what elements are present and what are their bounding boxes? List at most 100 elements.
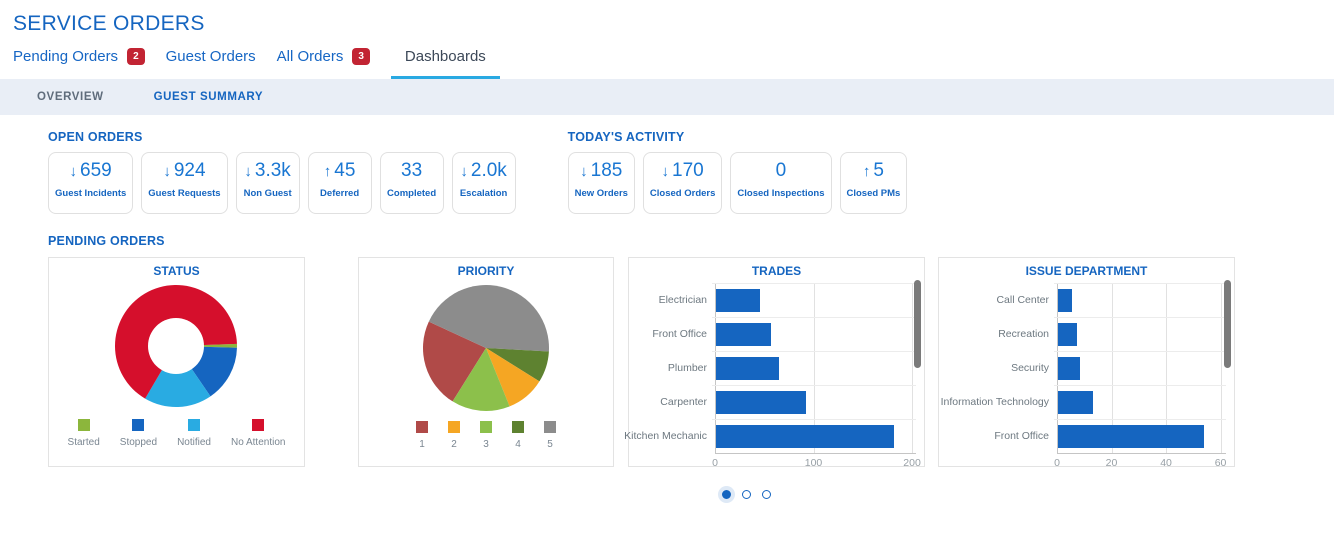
x-tick-label: 20 bbox=[1105, 457, 1118, 469]
issue_department-category-labels: Call Center Recreation Security Information… bbox=[940, 283, 1057, 454]
bar-plumber[interactable] bbox=[716, 356, 779, 380]
page-header: SERVICE ORDERS Pending Orders 2 Guest Orde… bbox=[0, 0, 1334, 115]
tab-all-orders[interactable]: All Orders 3 bbox=[277, 36, 370, 79]
bar-kitchen-mechanic[interactable] bbox=[716, 424, 895, 448]
subnav-item-overview[interactable]: OVERVIEW bbox=[37, 91, 104, 103]
subnav-item-guest-summary[interactable]: GUEST SUMMARY bbox=[154, 91, 264, 103]
issue-department-chart-panel: ISSUE DEPARTMENT Call Center Recreation Se… bbox=[938, 257, 1235, 470]
stat-card-closed-pms[interactable]: ↑ 5 Closed PMs bbox=[839, 152, 908, 214]
stat-label: Completed bbox=[387, 188, 437, 199]
category-label-information-technology: Information Technology bbox=[940, 396, 1049, 408]
stat-value: ↑ 5 bbox=[847, 160, 901, 182]
stat-card-new-orders[interactable]: ↓ 185 New Orders bbox=[567, 152, 635, 214]
chart-scrollbar-thumb[interactable] bbox=[914, 280, 921, 368]
stat-card-non-guest[interactable]: ↓ 3.3k Non Guest bbox=[235, 152, 300, 214]
tab-label: All Orders bbox=[276, 47, 344, 65]
tab-label: Dashboards bbox=[404, 47, 486, 65]
carousel-dot-2[interactable] bbox=[742, 490, 751, 499]
legend-swatch bbox=[416, 421, 428, 433]
carousel-dot-3[interactable] bbox=[762, 490, 771, 499]
tab-guest-orders[interactable]: Guest Orders bbox=[166, 36, 256, 79]
bar-row bbox=[716, 283, 916, 317]
trades-chart-panel: TRADES Electrician Front Office Plumber Car… bbox=[624, 257, 925, 470]
legend-item-notified[interactable]: Notified bbox=[177, 419, 211, 448]
legend-label: Stopped bbox=[119, 437, 158, 448]
legend-item-no-attention[interactable]: No Attention bbox=[231, 419, 285, 448]
category-label-recreation: Recreation bbox=[998, 328, 1049, 340]
priority-chart-panel: PRIORITY 1 2 3 4 5 bbox=[358, 257, 614, 467]
carousel-dot-1[interactable] bbox=[722, 490, 731, 499]
bar-electrician[interactable] bbox=[716, 288, 761, 312]
legend-swatch bbox=[480, 421, 492, 433]
bar-front-office[interactable] bbox=[716, 322, 771, 346]
legend-item-1[interactable]: 1 bbox=[416, 421, 428, 450]
status-chart-body: Started Stopped Notified No Attention bbox=[49, 278, 304, 448]
category-label-kitchen-mechanic: Kitchen Mechanic bbox=[624, 430, 707, 442]
tab-pending-orders[interactable]: Pending Orders 2 bbox=[13, 36, 145, 79]
stat-card-guest-requests[interactable]: ↓ 924 Guest Requests bbox=[141, 152, 228, 214]
legend-label: No Attention bbox=[230, 437, 286, 448]
chart-panels: STATUS Started Stopped Notified No Attentio… bbox=[48, 257, 1334, 470]
stat-value: ↓ 924 bbox=[148, 160, 220, 182]
priority-chart-body: 1 2 3 4 5 bbox=[359, 278, 613, 450]
stat-label: Closed Orders bbox=[649, 188, 716, 199]
trend-up-arrow-icon: ↑ bbox=[862, 162, 871, 180]
priority-legend: 1 2 3 4 5 bbox=[359, 421, 613, 450]
stat-card-guest-incidents[interactable]: ↓ 659 Guest Incidents bbox=[48, 152, 134, 214]
legend-item-3[interactable]: 3 bbox=[480, 421, 492, 450]
stat-card-closed-orders[interactable]: ↓ 170 Closed Orders bbox=[642, 152, 723, 214]
carousel-dots bbox=[722, 490, 1334, 499]
bar-row bbox=[716, 351, 916, 385]
x-tick-label: 100 bbox=[804, 457, 823, 469]
bar-information-technology[interactable] bbox=[1058, 390, 1094, 414]
legend-label: 1 bbox=[419, 439, 425, 450]
trades-x-axis: 0 100 200 bbox=[712, 454, 921, 470]
bar-security[interactable] bbox=[1058, 356, 1080, 380]
status-chart bbox=[114, 284, 238, 407]
bar-row bbox=[1058, 351, 1226, 385]
trades-plot-area bbox=[712, 283, 916, 454]
status-chart-title: STATUS bbox=[153, 264, 200, 278]
bar-front-office[interactable] bbox=[1058, 424, 1205, 448]
dashboard-subnav: OVERVIEW GUEST SUMMARY bbox=[0, 79, 1334, 115]
trend-down-arrow-icon: ↓ bbox=[69, 162, 78, 180]
bar-call-center[interactable] bbox=[1058, 288, 1072, 312]
stat-label: Escalation bbox=[459, 188, 508, 199]
stat-number: 659 bbox=[80, 160, 112, 181]
legend-label: 4 bbox=[515, 439, 521, 450]
trades-chart-body: Electrician Front Office Plumber Carpenter K… bbox=[624, 278, 924, 470]
bar-row bbox=[1058, 317, 1226, 351]
bar-recreation[interactable] bbox=[1058, 322, 1077, 346]
legend-label: Started bbox=[67, 437, 100, 448]
issue-department-chart-title: ISSUE DEPARTMENT bbox=[1025, 264, 1148, 278]
stat-card-completed[interactable]: 33 Completed bbox=[379, 152, 444, 214]
stat-value: 0 bbox=[737, 160, 824, 182]
stat-card-deferred[interactable]: ↑ 45 Deferred bbox=[307, 152, 372, 214]
todays-activity-cards: ↓ 185 New Orders ↓ 170 Closed Orders 0 Closed I… bbox=[567, 152, 908, 214]
category-label-security: Security bbox=[1011, 362, 1049, 374]
stat-label: New Orders bbox=[574, 188, 628, 199]
tab-dashboards[interactable]: Dashboards bbox=[390, 36, 500, 79]
stat-card-closed-inspections[interactable]: 0 Closed Inspections bbox=[730, 152, 832, 214]
status-legend: Started Stopped Notified No Attention bbox=[49, 419, 304, 448]
legend-item-5[interactable]: 5 bbox=[544, 421, 556, 450]
legend-item-2[interactable]: 2 bbox=[448, 421, 460, 450]
legend-label: Notified bbox=[177, 437, 211, 448]
legend-label: 5 bbox=[547, 439, 553, 450]
category-label-front-office: Front Office bbox=[652, 328, 707, 340]
issue_department-barchart: Call Center Recreation Security Information… bbox=[939, 278, 1234, 470]
legend-item-4[interactable]: 4 bbox=[512, 421, 524, 450]
trend-down-arrow-icon: ↓ bbox=[460, 162, 468, 180]
bar-row bbox=[716, 419, 916, 453]
tab-count-badge: 2 bbox=[127, 47, 145, 65]
stat-card-escalation[interactable]: ↓ 2.0k Escalation bbox=[451, 152, 516, 214]
trend-up-arrow-icon: ↑ bbox=[323, 162, 332, 180]
legend-item-started[interactable]: Started bbox=[68, 419, 100, 448]
stat-number: 2.0k bbox=[470, 160, 507, 181]
legend-swatch bbox=[188, 419, 201, 431]
chart-scrollbar-thumb[interactable] bbox=[1224, 280, 1231, 368]
pending-orders-section: PENDING ORDERS STATUS Started Stopped Noti… bbox=[48, 234, 1334, 499]
legend-item-stopped[interactable]: Stopped bbox=[120, 419, 157, 448]
bar-carpenter[interactable] bbox=[716, 390, 807, 414]
page-title: SERVICE ORDERS bbox=[13, 12, 205, 35]
